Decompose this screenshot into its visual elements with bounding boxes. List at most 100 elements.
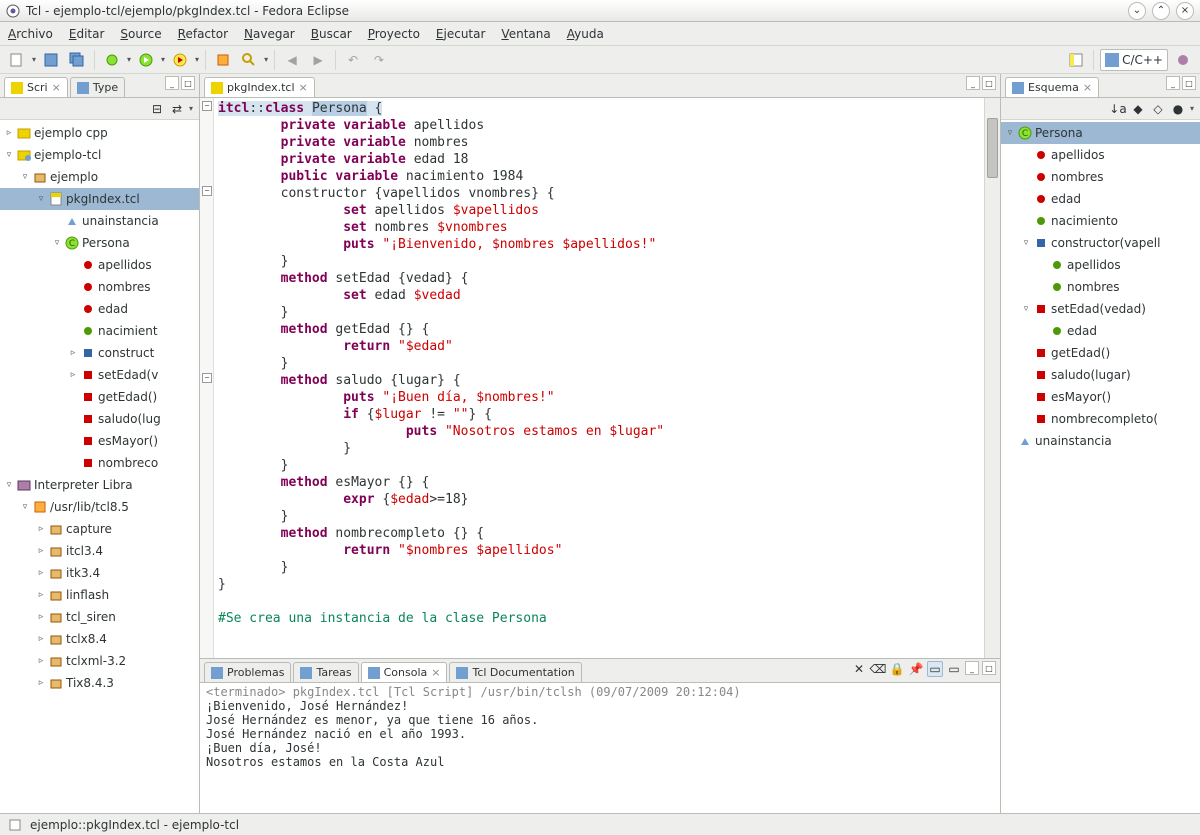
console-open-button[interactable]: ▭ [946,661,962,677]
tree-item[interactable]: apellidos [1001,254,1200,276]
nav-next-button[interactable]: ↷ [368,49,390,71]
tree-item[interactable]: ▹Tix8.4.3 [0,672,199,694]
tree-item[interactable]: ▹tcl_siren [0,606,199,628]
link-editor-button[interactable]: ⇄ [169,101,185,117]
tree-item[interactable]: esMayor() [0,430,199,452]
menu-refactor[interactable]: Refactor [178,27,228,41]
tree-item[interactable]: ▿pkgIndex.tcl [0,188,199,210]
fold-marker[interactable]: − [202,373,212,383]
close-icon[interactable]: × [1083,81,1092,94]
tab-outline[interactable]: Esquema × [1005,77,1099,97]
bottom-tab-tareas[interactable]: Tareas [293,662,358,682]
run-button[interactable] [135,49,157,71]
tree-item[interactable]: ▿ejemplo [0,166,199,188]
save-all-button[interactable] [66,49,88,71]
bottom-tab-consola[interactable]: Consola × [361,662,448,682]
tree-item[interactable]: nombrecompleto( [1001,408,1200,430]
tree-item[interactable]: nacimient [0,320,199,342]
tree-item[interactable]: getEdad() [1001,342,1200,364]
twisty-icon[interactable]: ▿ [20,172,30,182]
twisty-icon[interactable]: ▿ [4,480,14,490]
twisty-icon[interactable]: ▿ [1021,238,1031,248]
tree-item[interactable]: unainstancia [1001,430,1200,452]
menu-editar[interactable]: Editar [69,27,105,41]
editor-tab-pkgindex[interactable]: pkgIndex.tcl × [204,77,315,97]
search-button[interactable] [238,49,260,71]
console-clear-button[interactable]: ✕ [851,661,867,677]
minimize-editor-button[interactable]: _ [966,76,980,90]
project-tree[interactable]: ▹ejemplo cpp▿ejemplo-tcl▿ejemplo▿pkgInde… [0,120,199,813]
new-button[interactable] [6,49,28,71]
scrollbar-thumb[interactable] [987,118,998,178]
twisty-icon[interactable]: ▹ [36,612,46,622]
close-button[interactable]: × [1176,2,1194,20]
perspective-other[interactable] [1172,49,1194,71]
twisty-icon[interactable]: ▹ [36,634,46,644]
fold-marker[interactable]: − [202,186,212,196]
tree-item[interactable]: edad [1001,188,1200,210]
tree-item[interactable]: ▹itcl3.4 [0,540,199,562]
minimize-view-button[interactable]: _ [1166,76,1180,90]
menu-navegar[interactable]: Navegar [244,27,295,41]
maximize-view-button[interactable]: □ [982,661,996,675]
code-content[interactable]: itcl::class Persona { private variable a… [218,100,1000,627]
menu-source[interactable]: Source [120,27,161,41]
close-icon[interactable]: × [52,81,61,94]
twisty-icon[interactable]: ▹ [36,656,46,666]
console-pin-button[interactable]: 📌 [908,661,924,677]
tree-item[interactable]: ▹ejemplo cpp [0,122,199,144]
twisty-icon[interactable]: ▹ [4,128,14,138]
tree-item[interactable]: ▿/usr/lib/tcl8.5 [0,496,199,518]
tree-item[interactable]: ▹itk3.4 [0,562,199,584]
maximize-button[interactable]: ⌃ [1152,2,1170,20]
twisty-icon[interactable]: ▹ [36,524,46,534]
tree-item[interactable]: esMayor() [1001,386,1200,408]
tree-item[interactable]: unainstancia [0,210,199,232]
tree-item[interactable]: nombres [1001,166,1200,188]
twisty-icon[interactable]: ▹ [36,568,46,578]
tab-script-explorer[interactable]: Scri× [4,77,68,97]
maximize-view-button[interactable]: □ [181,76,195,90]
tree-item[interactable]: saludo(lugar) [1001,364,1200,386]
menu-buscar[interactable]: Buscar [311,27,352,41]
tree-item[interactable]: ▿constructor(vapell [1001,232,1200,254]
menu-proyecto[interactable]: Proyecto [368,27,420,41]
tree-item[interactable]: saludo(lug [0,408,199,430]
twisty-icon[interactable]: ▿ [4,150,14,160]
menu-ventana[interactable]: Ventana [501,27,550,41]
outline-tree[interactable]: ▿CPersonaapellidosnombresedadnacimiento▿… [1001,120,1200,813]
twisty-icon[interactable]: ▹ [68,370,78,380]
twisty-icon[interactable]: ▹ [36,590,46,600]
external-run-button[interactable] [169,49,191,71]
twisty-icon[interactable]: ▿ [1005,128,1015,138]
console-scroll-lock-button[interactable]: 🔒 [889,661,905,677]
tree-item[interactable]: apellidos [1001,144,1200,166]
console-output[interactable]: <terminado> pkgIndex.tcl [Tcl Script] /u… [200,683,1000,813]
tree-item[interactable]: ▿Interpreter Libra [0,474,199,496]
editor-gutter[interactable]: − − − [200,98,214,658]
menu-archivo[interactable]: Archivo [8,27,53,41]
twisty-icon[interactable]: ▿ [36,194,46,204]
collapse-all-button[interactable]: ⊟ [149,101,165,117]
close-icon[interactable]: × [299,81,308,94]
tree-item[interactable]: ▹linflash [0,584,199,606]
tree-item[interactable]: getEdad() [0,386,199,408]
minimize-view-button[interactable]: _ [165,76,179,90]
twisty-icon[interactable]: ▹ [36,546,46,556]
maximize-editor-button[interactable]: □ [982,76,996,90]
tree-item[interactable]: nacimiento [1001,210,1200,232]
twisty-icon[interactable]: ▿ [20,502,30,512]
nav-fwd-button[interactable]: ▶ [307,49,329,71]
tree-item[interactable]: edad [1001,320,1200,342]
tree-item[interactable]: ▹setEdad(v [0,364,199,386]
nav-back-button[interactable]: ◀ [281,49,303,71]
tree-item[interactable]: ▿CPersona [0,232,199,254]
build-button[interactable] [212,49,234,71]
twisty-icon[interactable]: ▹ [36,678,46,688]
console-remove-button[interactable]: ⌫ [870,661,886,677]
tree-item[interactable]: nombres [1001,276,1200,298]
tree-item[interactable]: ▿setEdad(vedad) [1001,298,1200,320]
minimize-button[interactable]: ⌄ [1128,2,1146,20]
tree-item[interactable]: ▿CPersona [1001,122,1200,144]
tree-item[interactable]: nombreco [0,452,199,474]
